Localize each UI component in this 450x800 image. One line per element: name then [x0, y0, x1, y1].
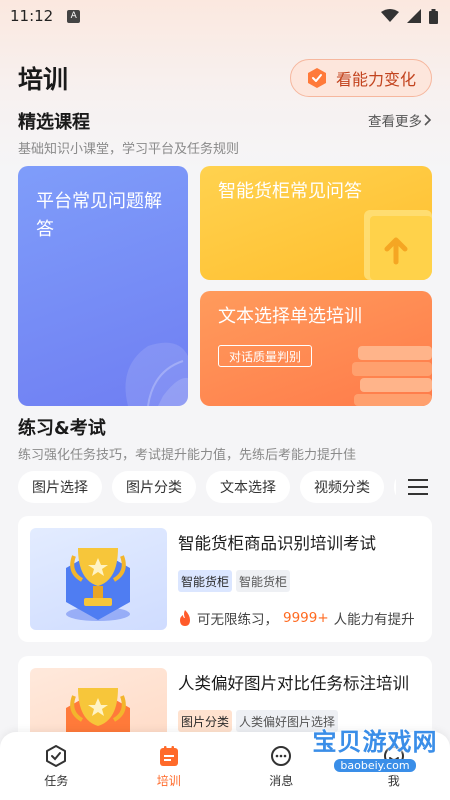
watermark-text: 宝贝游戏网	[312, 728, 438, 756]
exam-title: 智能货柜商品识别培训考试	[178, 534, 376, 553]
chip-text-select[interactable]: 文本选择	[206, 471, 290, 503]
watermark-url: baobeiy.com	[334, 759, 416, 772]
practice-section-header: 练习&考试 练习强化任务技巧，考试提升能力值，先练后考能力提升佳	[18, 414, 432, 463]
course-card-smart-cabinet-faq[interactable]: 智能货柜常见问答	[200, 166, 432, 280]
nav-item-tasks[interactable]: 任务	[0, 732, 113, 800]
book-upload-icon	[364, 210, 432, 280]
fire-icon	[180, 610, 190, 626]
wifi-icon	[381, 9, 399, 22]
exam-tags: 智能货柜 智能货柜	[178, 570, 291, 592]
keyboard-indicator-icon: A	[67, 9, 81, 23]
exam-tag: 智能货柜	[236, 570, 291, 592]
nav-label: 任务	[44, 773, 69, 788]
page-title: 培训	[18, 65, 69, 94]
view-ability-label: 看能力变化	[335, 70, 416, 89]
category-menu-button[interactable]	[396, 470, 440, 504]
nav-item-training[interactable]: 培训	[113, 732, 226, 800]
watermark: 宝贝游戏网 baobeiy.com	[300, 716, 450, 778]
signal-icon	[407, 9, 421, 23]
exam-meta-suffix: 人能力有提升	[333, 612, 415, 628]
message-icon	[271, 745, 292, 766]
trophy-icon	[66, 548, 130, 621]
chip-video-classify[interactable]: 视频分类	[300, 471, 384, 503]
exam-title: 人类偏好图片对比任务标注培训	[178, 674, 409, 693]
course-card-text-selection[interactable]: 文本选择单选培训 对话质量判别	[200, 291, 432, 406]
leaf-illustration-icon	[125, 342, 188, 406]
task-check-icon	[46, 744, 67, 767]
status-time: 11:12	[10, 7, 54, 25]
practice-subtitle: 练习强化任务技巧，考试提升能力值，先练后考能力提升佳	[18, 448, 357, 463]
see-more-link[interactable]: 查看更多	[368, 110, 432, 130]
chevron-right-icon	[424, 114, 432, 126]
nav-label: 消息	[269, 773, 294, 788]
exam-tag: 图片分类	[178, 710, 233, 732]
exam-card[interactable]: 智能货柜商品识别培训考试 智能货柜 智能货柜 可无限练习， 9999+ 人能力有…	[18, 516, 432, 642]
exam-meta-prefix: 可无限练习，	[197, 612, 278, 628]
books-stack-icon	[352, 346, 432, 406]
view-ability-button[interactable]: 看能力变化	[290, 59, 432, 97]
exam-thumbnail	[30, 528, 167, 630]
calendar-icon	[159, 745, 178, 766]
status-bar: 11:12 A	[0, 0, 450, 32]
exam-meta-count: 9999+	[283, 610, 329, 626]
course-tag: 对话质量判别	[218, 345, 313, 367]
featured-section-header: 精选课程 基础知识小课堂，学习平台及任务规则 查看更多	[18, 108, 432, 157]
chip-image-select[interactable]: 图片选择	[18, 471, 102, 503]
course-card-title: 文本选择单选培训	[218, 306, 362, 327]
see-more-label: 查看更多	[368, 114, 422, 130]
nav-label: 培训	[156, 773, 181, 788]
course-card-title: 智能货柜常见问答	[218, 181, 362, 202]
course-card-platform-faq[interactable]: 平台常见问题解答	[18, 166, 188, 406]
battery-icon	[429, 8, 438, 24]
exam-meta: 可无限练习， 9999+ 人能力有提升	[178, 608, 415, 628]
category-chips: 图片选择 图片分类 文本选择 视频分类	[18, 470, 450, 504]
badge-check-icon	[307, 68, 326, 88]
practice-title: 练习&考试	[18, 418, 106, 439]
chip-image-classify[interactable]: 图片分类	[112, 471, 196, 503]
menu-icon	[408, 479, 428, 495]
exam-tag: 智能货柜	[178, 570, 233, 592]
course-card-title: 平台常见问题解答	[36, 191, 162, 240]
page-header: 培训 看能力变化	[18, 58, 432, 98]
featured-subtitle: 基础知识小课堂，学习平台及任务规则	[18, 142, 240, 157]
